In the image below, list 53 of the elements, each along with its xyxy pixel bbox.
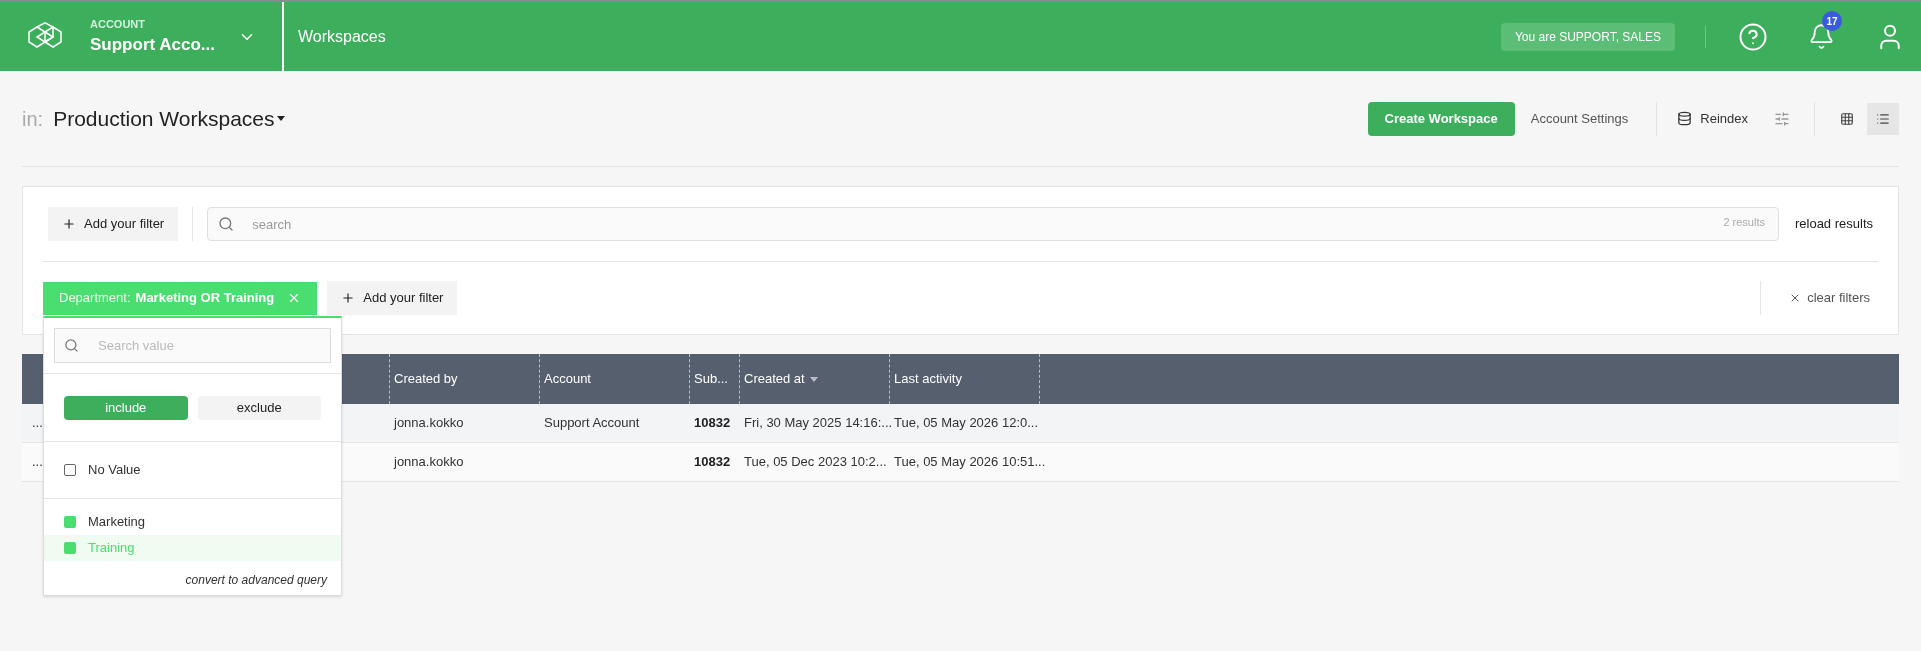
search-icon bbox=[218, 216, 235, 232]
table-cell-text: Tue, 05 May 2026 12:0... bbox=[894, 414, 1039, 433]
truncated-text: ... bbox=[32, 414, 43, 433]
caret-icon bbox=[276, 116, 285, 121]
workspace-set-dropdown[interactable]: Production Workspaces bbox=[53, 102, 285, 135]
table-cell-text: Tue, 05 May 2026 10:51... bbox=[894, 453, 1046, 472]
table-cell-text: Fri, 30 May 2025 14:16:... bbox=[744, 414, 893, 433]
grid-icon bbox=[1840, 111, 1854, 126]
list-icon bbox=[1876, 111, 1890, 126]
column-header[interactable]: Created at bbox=[744, 369, 818, 389]
table-cell-text: 10832 bbox=[694, 453, 731, 472]
help-icon[interactable] bbox=[1738, 21, 1768, 52]
filter-value: Marketing OR Training bbox=[135, 289, 275, 308]
table-cell-text: jonna.kokko bbox=[394, 414, 464, 433]
advanced-query-link[interactable]: convert to advanced query bbox=[185, 571, 327, 589]
section-title: Workspaces bbox=[298, 26, 386, 47]
in-label: in: bbox=[22, 106, 44, 132]
add-filter-button[interactable]: Add your filter bbox=[48, 207, 179, 241]
column-header[interactable]: Last activity bbox=[894, 369, 962, 389]
role-badge: You are SUPPORT, SALES bbox=[1500, 22, 1675, 51]
column-header[interactable]: Sub... bbox=[694, 369, 728, 389]
column-header[interactable]: Account bbox=[544, 369, 591, 389]
column-header[interactable]: Created by bbox=[394, 369, 458, 389]
result-count: 2 results bbox=[1723, 217, 1765, 228]
table-cell-text: jonna.kokko bbox=[394, 453, 464, 472]
table-cell-text: Support Account bbox=[544, 414, 640, 433]
list-view-button[interactable] bbox=[1867, 102, 1899, 135]
table-cell-text: 10832 bbox=[694, 414, 731, 433]
plus-icon bbox=[62, 217, 76, 231]
notification-badge: 17 bbox=[1822, 11, 1842, 31]
search-icon bbox=[64, 338, 79, 353]
account-settings-button[interactable]: Account Settings bbox=[1518, 101, 1641, 136]
bell-icon[interactable] bbox=[1808, 23, 1835, 50]
mode-toggle[interactable]: exclude bbox=[197, 395, 321, 420]
table-cell-text: Tue, 05 Dec 2023 10:2... bbox=[744, 453, 887, 472]
option-row[interactable]: Marketing bbox=[44, 509, 341, 535]
reload-results-link[interactable]: reload results bbox=[1794, 214, 1873, 234]
checkbox[interactable] bbox=[64, 464, 76, 476]
sliders-icon[interactable] bbox=[1774, 110, 1790, 127]
checkbox[interactable] bbox=[64, 516, 76, 528]
clear-filters-button[interactable]: clear filters bbox=[1789, 288, 1870, 308]
database-icon bbox=[1677, 111, 1693, 126]
reindex-button[interactable]: Reindex bbox=[1673, 101, 1752, 136]
option-label: Training bbox=[88, 539, 135, 558]
add-filter-button[interactable]: Add your filter bbox=[327, 281, 458, 315]
option-label[interactable]: No Value bbox=[88, 460, 141, 480]
truncated-text: ... bbox=[32, 453, 43, 472]
search-value-field[interactable]: Search value bbox=[54, 328, 331, 363]
plus-icon bbox=[341, 291, 356, 305]
filter-field: Department: bbox=[59, 288, 131, 308]
option-label: Marketing bbox=[88, 513, 146, 532]
account-label: ACCOUNT bbox=[90, 16, 146, 32]
checkbox[interactable] bbox=[64, 542, 76, 554]
